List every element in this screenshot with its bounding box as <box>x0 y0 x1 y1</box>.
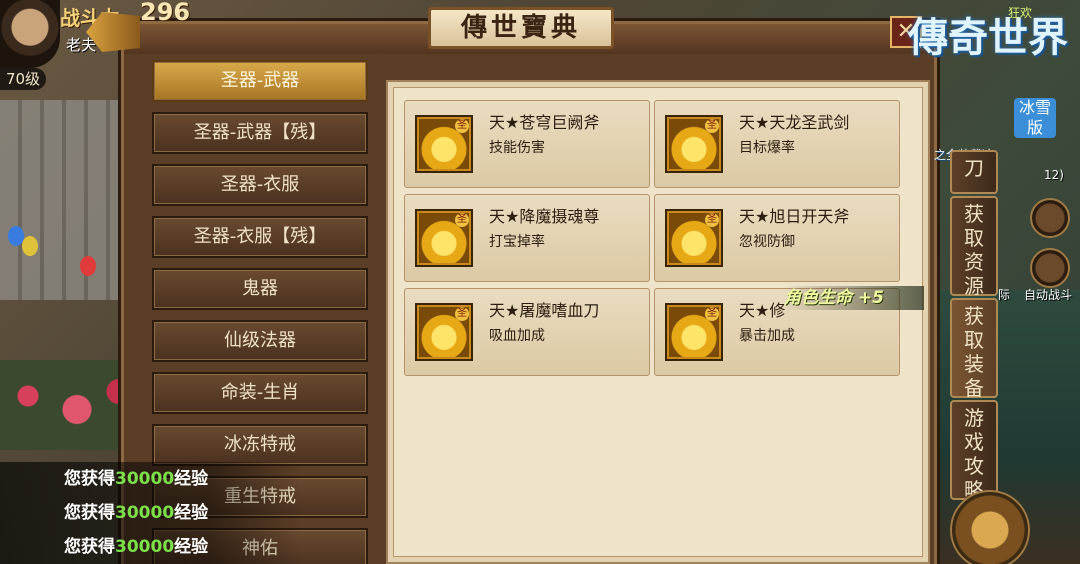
category-button[interactable]: 冰冻特戒 <box>152 424 368 466</box>
axe-icon[interactable]: 圣 <box>415 115 473 173</box>
chat-message: 您获得30000经验 <box>0 530 300 564</box>
chat-message: 您获得30000经验 <box>0 496 300 530</box>
category-button[interactable]: 圣器-武器【残】 <box>152 112 368 154</box>
item-name: 天★屠魔嗜血刀 <box>489 301 600 320</box>
level-badge: 70级 <box>0 68 46 90</box>
chat-amount: 30000 <box>115 537 175 557</box>
item-effect: 打宝掉率 <box>489 234 545 250</box>
player-avatar[interactable] <box>0 0 60 68</box>
item-card[interactable]: 圣 天★屠魔嗜血刀 吸血加成 <box>404 288 650 376</box>
item-name: 天★降魔摄魂尊 <box>489 207 600 226</box>
side-tab-get-equipment[interactable]: 获取装备 <box>950 298 998 400</box>
panel-title: 傳世寶典 <box>428 7 614 49</box>
holy-badge: 圣 <box>455 307 469 321</box>
chat-prefix: 您获得 <box>64 469 115 489</box>
item-card[interactable]: 圣 天★天龙圣武剑 目标爆率 <box>654 100 900 188</box>
counter-label: 12) <box>1044 168 1064 182</box>
relic-icon[interactable]: 圣 <box>415 209 473 267</box>
auto-fight-icon[interactable] <box>1030 248 1070 288</box>
holy-badge: 圣 <box>455 213 469 227</box>
blade-icon[interactable]: 圣 <box>415 303 473 361</box>
holy-badge: 圣 <box>705 213 719 227</box>
chat-suffix: 经验 <box>174 469 209 489</box>
item-effect: 忽视防御 <box>739 234 795 250</box>
category-button[interactable]: 鬼器 <box>152 268 368 310</box>
item-card[interactable]: 圣 天★旭日开天斧 忽视防御 <box>654 194 900 282</box>
item-name: 天★旭日开天斧 <box>739 207 850 226</box>
side-label: 际 <box>998 288 1011 302</box>
side-tab-get-resources[interactable]: 获取资源 <box>950 196 998 298</box>
side-tab-weapon[interactable]: 刀 <box>950 150 998 194</box>
balloon-icon <box>80 256 96 276</box>
game-logo: 傳奇世界 冰雪版 之全装载决 <box>904 10 1076 163</box>
item-effect: 吸血加成 <box>489 328 545 344</box>
item-card[interactable]: 圣 天★降魔摄魂尊 打宝掉率 <box>404 194 650 282</box>
side-tab-label: 游戏攻略 <box>964 406 984 502</box>
balloon-icon <box>22 236 38 256</box>
sword-icon[interactable]: 圣 <box>665 115 723 173</box>
event-label[interactable]: 狂欢 <box>1008 4 1032 21</box>
buff-label: 角色生命 <box>784 288 852 308</box>
side-tab-label: 获取资源 <box>964 202 984 298</box>
item-name: 天★修 <box>739 301 786 320</box>
chat-amount: 30000 <box>115 469 175 489</box>
chat-amount: 30000 <box>115 503 175 523</box>
side-tab-guide[interactable]: 游戏攻略 <box>950 400 998 502</box>
item-card[interactable]: 圣 天★苍穹巨阙斧 技能伤害 <box>404 100 650 188</box>
holy-badge: 圣 <box>705 307 719 321</box>
category-button[interactable]: 命装-生肖 <box>152 372 368 414</box>
chat-suffix: 经验 <box>174 537 209 557</box>
sword-skill-icon[interactable] <box>950 490 1030 564</box>
category-button[interactable]: 圣器-衣服 <box>152 164 368 206</box>
category-button[interactable]: 仙级法器 <box>152 320 368 362</box>
side-tab-label: 刀 <box>964 156 984 180</box>
logo-badge: 冰雪版 <box>1014 98 1056 138</box>
chat-message: 您获得30000经验 <box>0 462 300 496</box>
item-name: 天★天龙圣武剑 <box>739 113 850 132</box>
category-button[interactable]: 圣器-衣服【残】 <box>152 216 368 258</box>
holy-badge: 圣 <box>455 119 469 133</box>
item-effect: 技能伤害 <box>489 140 545 156</box>
item-name: 天★苍穹巨阙斧 <box>489 113 600 132</box>
logo-title: 傳奇世界 <box>908 14 1068 61</box>
item-effect: 暴击加成 <box>739 328 795 344</box>
chat-suffix: 经验 <box>174 503 209 523</box>
menu-grid-icon[interactable] <box>1030 198 1070 238</box>
category-button[interactable]: 圣器-武器 <box>152 60 368 102</box>
item-grid: 圣天★苍穹巨阙斧 技能伤害圣天★天龙圣武剑 目标爆率圣天★降魔摄魂尊 打宝掉率圣天★旭… <box>386 80 930 564</box>
buff-value: +5 <box>857 288 884 308</box>
item-effect: 目标爆率 <box>739 140 795 156</box>
chat-prefix: 您获得 <box>64 537 115 557</box>
holy-badge: 圣 <box>705 119 719 133</box>
axe-icon[interactable]: 圣 <box>665 209 723 267</box>
buff-indicator: 角色生命 +5 <box>784 286 924 310</box>
blade-icon[interactable]: 圣 <box>665 303 723 361</box>
auto-fight-label: 自动战斗 <box>1024 288 1073 302</box>
side-tab-label: 获取装备 <box>964 304 984 400</box>
chat-prefix: 您获得 <box>64 503 115 523</box>
power-value: 296 <box>140 0 191 26</box>
chat-log: 您获得30000经验 您获得30000经验 您获得30000经验 <box>0 462 300 564</box>
